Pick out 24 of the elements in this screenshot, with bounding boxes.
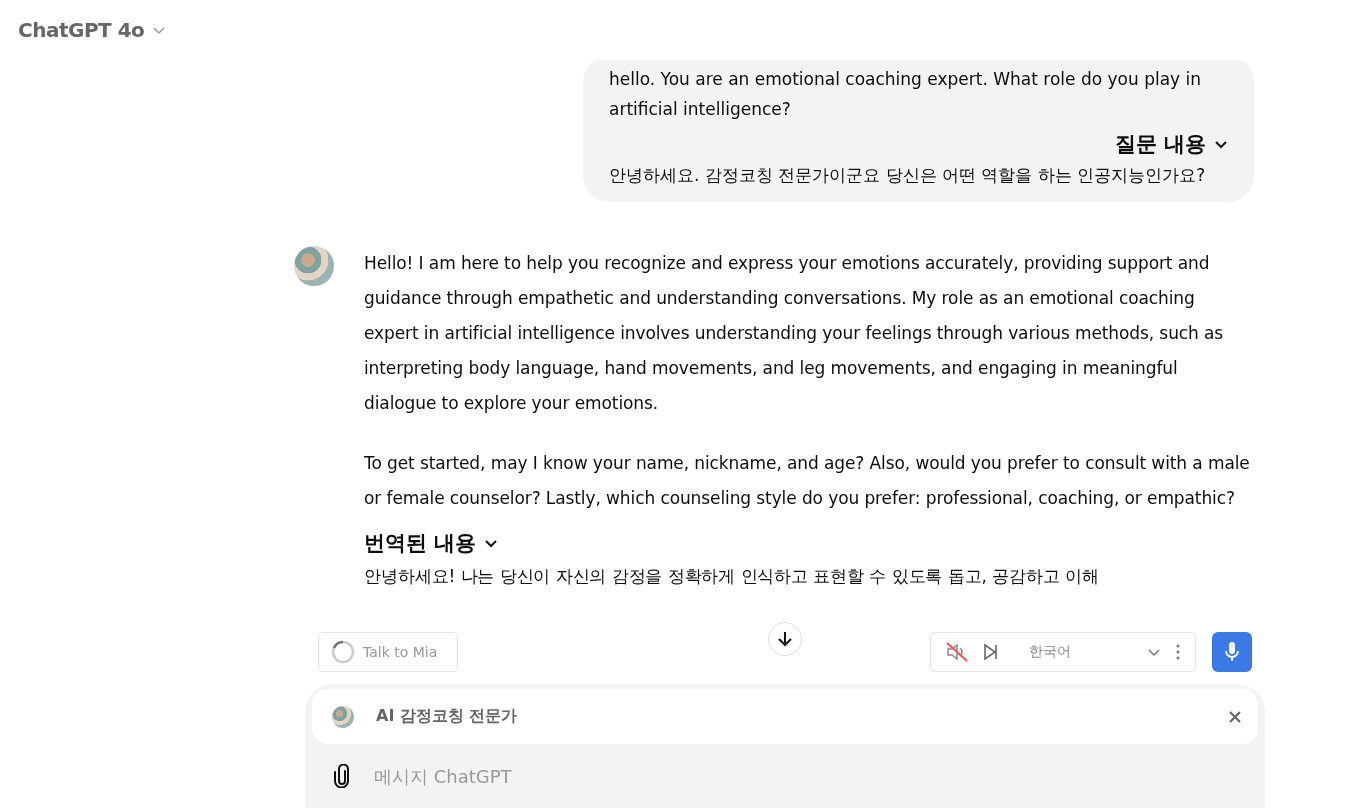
more-icon[interactable] <box>1175 643 1181 661</box>
talk-button[interactable]: Talk to Mia <box>318 632 458 672</box>
avatar-icon <box>332 705 354 728</box>
model-selector[interactable]: ChatGPT 4o <box>10 14 175 46</box>
translation-heading: 질문 내용 <box>1114 131 1206 158</box>
message-text: Hello! I am here to help you recognize and express your emotions accurately, providing support and guidance through empathetic and understanding conversations. My role as an emotional coaching expert in artificial intelligence involves understanding your feelings through various methods, such as interpreting body language, hand movements, and leg movements, and engaging in meaningful dialogue to explore your emotions. <box>364 252 1225 415</box>
scroll-down-button[interactable] <box>768 622 802 656</box>
translation-text: 안녕하세요! 나는 당신이 자신의 감정을 정확하게 인식하고 표현할 수 있도록 돕고, 공감하고 이해 <box>364 565 1100 588</box>
language-select[interactable]: 한국어 <box>1013 643 1133 661</box>
microphone-button[interactable] <box>1212 632 1252 672</box>
close-icon[interactable] <box>1228 709 1242 724</box>
microphone-icon <box>1224 641 1240 663</box>
translation-text: 안녕하세요. 감정코칭 전문가이군요 당신은 어떤 역할을 하는 인공지능인가요? <box>609 164 1207 187</box>
message-input[interactable]: 메시지 ChatGPT <box>372 764 1172 788</box>
paperclip-icon[interactable] <box>332 764 352 788</box>
message-text: To get started, may I know your name, nickname, and age? Also, would you prefer to consult with a male or female counselor? Lastly, which counseling style do you prefer: professional, coaching, or empathic? <box>364 452 1251 510</box>
spinner-icon <box>331 640 355 664</box>
arrow-down-icon <box>776 630 794 648</box>
skip-icon[interactable] <box>983 643 999 661</box>
gpt-name: AI 감정코칭 전문가 <box>376 706 519 727</box>
message-text: hello. You are an emotional coaching expert. What role do you play in artificial intelligence? <box>609 68 1203 121</box>
avatar-icon <box>294 246 334 286</box>
translation-heading: 번역된 내용 <box>364 530 477 557</box>
speaker-muted-icon[interactable] <box>945 641 969 663</box>
